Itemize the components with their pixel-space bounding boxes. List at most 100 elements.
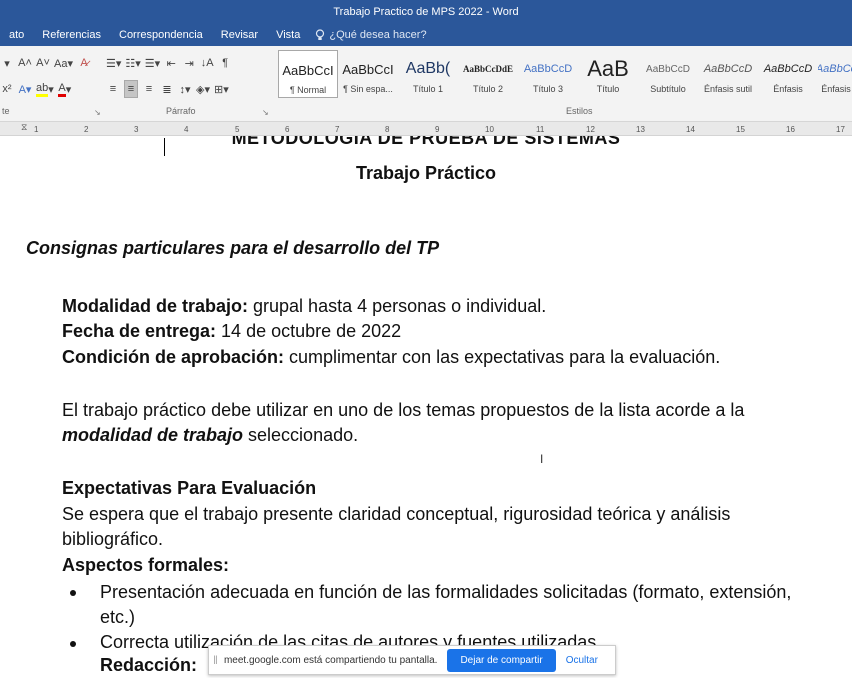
fecha-line: Fecha de entrega: 14 de octubre de 2022 (62, 321, 401, 342)
style-normal[interactable]: AaBbCcI ¶ Normal (278, 50, 338, 98)
shrink-font-icon[interactable]: A˅ (36, 54, 50, 72)
ruler-tick: 11 (536, 125, 545, 134)
ruler-tick: 6 (285, 125, 290, 134)
style-sample: AaB (587, 56, 629, 81)
numbering-icon[interactable]: ☷▾ (125, 54, 140, 72)
window-title: Trabajo Practico de MPS 2022 - Word (333, 6, 519, 18)
group-label-parrafo: Párrafo (166, 106, 196, 116)
menu-item-correspondencia[interactable]: Correspondencia (110, 29, 212, 41)
ribbon: ▾ A˄ A˅ Aa▾ A̷ x² A▾ ab ▾ A ▾ te ↘ ☰▾ ☷▾ ☰… (0, 46, 852, 122)
document-page[interactable]: METODOLOGÍA DE PRUEBA DE SISTEMAS Trabaj… (0, 136, 852, 678)
drag-handle-icon[interactable]: ‖ (213, 653, 218, 667)
redaccion-partial: Redacción: (100, 655, 198, 675)
style-sample: AaBbCcI (282, 62, 334, 78)
shading-icon[interactable]: ◈▾ (196, 80, 210, 98)
font-color-icon[interactable]: A ▾ (58, 80, 72, 98)
ruler-tick: 17 (836, 125, 845, 134)
document-title: METODOLOGÍA DE PRUEBA DE SISTEMAS (231, 136, 621, 148)
stop-sharing-button[interactable]: Dejar de compartir (447, 648, 556, 672)
horizontal-ruler[interactable]: ⧖ 1 2 3 4 5 6 7 8 9 10 11 12 13 14 15 16… (0, 122, 852, 136)
font-row-1: ▾ A˄ A˅ Aa▾ A̷ (0, 54, 95, 72)
expectativas-line-2: bibliográfico. (62, 529, 164, 549)
text-effects-icon[interactable]: A▾ (18, 80, 32, 98)
align-left-icon[interactable]: ≡ (106, 80, 120, 98)
paragraph-dialog-launcher-icon[interactable]: ↘ (262, 108, 269, 117)
screen-share-bar: ‖ meet.google.com está compartiendo tu p… (208, 645, 616, 675)
menu-item-vista[interactable]: Vista (267, 29, 309, 41)
style-enfasis-sutil[interactable]: AaBbCcD Énfasis sutil (698, 50, 758, 98)
modalidad-line: Modalidad de trabajo: grupal hasta 4 per… (62, 296, 546, 317)
bullet-item-1-line-1: Presentación adecuada en función de las … (100, 582, 792, 602)
document-subtitle: Trabajo Práctico (355, 163, 497, 183)
grow-font-icon[interactable]: A˄ (18, 54, 32, 72)
decrease-indent-icon[interactable]: ⇤ (164, 54, 178, 72)
style-titulo-3[interactable]: AaBbCcD Título 3 (518, 50, 578, 98)
style-name: Título (596, 84, 620, 94)
increase-indent-icon[interactable]: ⇥ (182, 54, 196, 72)
intro-line-1: El trabajo práctico debe utilizar en uno… (62, 400, 745, 420)
expectativas-line-1: Se espera que el trabajo presente clarid… (62, 504, 731, 524)
style-name: Énfasis sutil (703, 84, 753, 94)
menu-bar: ato Referencias Correspondencia Revisar … (0, 24, 852, 46)
ruler-tick: 4 (184, 125, 189, 134)
style-enfasis-intenso[interactable]: AaBbCc Énfasis (818, 50, 852, 98)
fecha-value: 14 de octubre de 2022 (216, 321, 402, 341)
highlight-icon[interactable]: ab ▾ (36, 80, 54, 98)
ruler-tick: 3 (134, 125, 139, 134)
font-dialog-launcher-icon[interactable]: ↘ (94, 108, 101, 117)
show-marks-icon[interactable]: ¶ (218, 54, 232, 72)
ruler-tick: 16 (786, 125, 795, 134)
tell-me-box[interactable]: ¿Qué desea hacer? (309, 29, 427, 41)
justify-icon[interactable]: ≣ (160, 80, 174, 98)
style-subtitulo[interactable]: AaBbCcD Subtítulo (638, 50, 698, 98)
consignas-heading: Consignas particulares para el desarroll… (26, 238, 440, 258)
ruler-tick: 1 (34, 125, 39, 134)
ruler-tick: 5 (235, 125, 240, 134)
line-spacing-icon[interactable]: ↕▾ (178, 80, 192, 98)
ruler-tick: 7 (335, 125, 340, 134)
ruler-tick: 12 (586, 125, 595, 134)
ruler-tick: 9 (435, 125, 440, 134)
style-name: Título 3 (532, 84, 563, 94)
indent-marker-icon[interactable]: ⧖ (21, 122, 27, 133)
condicion-value: cumplimentar con las expectativas para l… (284, 347, 721, 367)
group-label-estilos: Estilos (566, 106, 593, 116)
paragraph-row-2: ≡ ≡ ≡ ≣ ↕▾ ◈▾ ⊞▾ (106, 80, 233, 98)
modalidad-label: Modalidad de trabajo: (62, 296, 249, 316)
multilevel-list-icon[interactable]: ☰▾ (145, 54, 160, 72)
style-enfasis[interactable]: AaBbCcD Énfasis (758, 50, 818, 98)
modalidad-value: grupal hasta 4 personas o individual. (248, 296, 547, 316)
menu-item-formato[interactable]: ato (0, 29, 33, 41)
window-titlebar: Trabajo Practico de MPS 2022 - Word (0, 0, 852, 24)
style-titulo-2[interactable]: AaBbCcDdE Título 2 (458, 50, 518, 98)
style-titulo[interactable]: AaB Título (578, 50, 638, 98)
ruler-tick: 14 (686, 125, 695, 134)
style-name: Título 2 (472, 84, 503, 94)
intro-line-2: modalidad de trabajo seleccionado. (62, 425, 358, 446)
sort-icon[interactable]: ↓A (200, 54, 214, 72)
ruler-tick: 10 (485, 125, 494, 134)
style-sample: AaBbCcD (523, 63, 573, 75)
style-titulo-1[interactable]: AaBb( Título 1 (398, 50, 458, 98)
style-sin-espaciado[interactable]: AaBbCcI ¶ Sin espa... (338, 50, 398, 98)
ruler-tick: 2 (84, 125, 89, 134)
align-center-icon[interactable]: ≡ (124, 80, 138, 98)
change-case-icon[interactable]: Aa▾ (54, 54, 73, 72)
tell-me-label: ¿Qué desea hacer? (329, 29, 427, 41)
menu-item-revisar[interactable]: Revisar (212, 29, 267, 41)
style-name: ¶ Sin espa... (343, 84, 393, 94)
bullet-icon (70, 641, 76, 647)
style-name: Título 1 (412, 84, 443, 94)
text-caret (164, 138, 165, 156)
borders-icon[interactable]: ⊞▾ (214, 80, 229, 98)
bullets-icon[interactable]: ☰▾ (106, 54, 121, 72)
align-right-icon[interactable]: ≡ (142, 80, 156, 98)
superscript-icon[interactable]: x² (0, 80, 14, 98)
ruler-tick: 15 (736, 125, 745, 134)
ruler-tick: 8 (385, 125, 390, 134)
hide-link[interactable]: Ocultar (566, 655, 598, 666)
style-name: Énfasis (773, 84, 803, 94)
clear-format-icon[interactable]: A̷ (77, 54, 91, 72)
menu-item-referencias[interactable]: Referencias (33, 29, 110, 41)
font-size-dropdown-icon[interactable]: ▾ (0, 54, 14, 72)
